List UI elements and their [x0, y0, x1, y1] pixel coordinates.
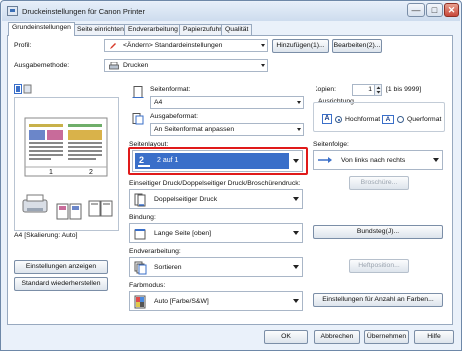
preview-status: A4 [Skalierung: Auto]	[14, 232, 78, 239]
window-title: Druckeinstellungen für Canon Printer	[22, 7, 145, 16]
maximize-button[interactable]: □	[426, 3, 443, 17]
close-button[interactable]: ✕	[444, 3, 459, 17]
printer-device-icon	[21, 194, 49, 216]
landscape-radio[interactable]	[397, 116, 404, 123]
tab-seite-einrichten[interactable]: Seite einrichten	[73, 24, 128, 35]
portrait-radio[interactable]	[335, 116, 342, 123]
color-mode-icon	[134, 295, 146, 309]
finishing-value: Sortieren	[154, 264, 182, 271]
profile-select[interactable]: <Ändern> Standardeinstellungen	[104, 39, 268, 52]
staple-preview-icon	[87, 198, 115, 220]
chevron-down-icon	[433, 158, 439, 162]
title-bar[interactable]: Druckeinstellungen für Canon Printer — □…	[2, 2, 460, 21]
duplex-icon	[134, 193, 146, 207]
duplex-label: Einseitiger Druck/Doppelseitiger Druck/B…	[129, 180, 301, 187]
page-format-value: A4	[154, 99, 163, 106]
binding-value: Lange Seite [oben]	[154, 230, 212, 237]
duplex-preview-icon	[55, 200, 85, 222]
output-format-select[interactable]: An Seitenformat anpassen	[150, 123, 304, 136]
output-format-value: An Seitenformat anpassen	[154, 126, 235, 133]
pencil-icon	[109, 42, 117, 50]
show-settings-button[interactable]: Einstellungen anzeigen	[14, 260, 108, 274]
chevron-down-icon	[293, 299, 299, 303]
cancel-button[interactable]: Abbrechen	[314, 330, 360, 344]
chevron-down-icon	[293, 197, 299, 201]
landscape-label: Querformat	[407, 116, 442, 123]
copies-input[interactable]: 1	[352, 84, 382, 96]
page-format-select[interactable]: A4	[150, 96, 304, 109]
finishing-label: Endverarbeitung:	[129, 248, 181, 255]
ok-button[interactable]: OK	[264, 330, 308, 344]
printer-icon	[7, 6, 18, 16]
gutter-button[interactable]: Bundsteg(J)...	[313, 225, 443, 239]
finishing-select[interactable]: Sortieren	[129, 257, 303, 277]
color-mode-value: Auto [Farbe/S&W]	[154, 298, 209, 305]
help-button[interactable]: Hilfe	[414, 330, 454, 344]
duplex-value: Doppelseitiger Druck	[154, 196, 218, 203]
chevron-down-icon	[297, 128, 301, 131]
preview-mode-icons[interactable]	[14, 84, 32, 94]
page-format-icon	[132, 86, 144, 98]
copies-range: [1 bis 9999]	[386, 86, 422, 93]
staple-position-button[interactable]: Heftposition...	[349, 259, 409, 273]
chevron-down-icon	[293, 231, 299, 235]
output-method-label: Ausgabemethode:	[14, 62, 70, 69]
chevron-down-icon	[293, 265, 299, 269]
color-mode-select[interactable]: Auto [Farbe/S&W]	[129, 291, 303, 311]
booklet-button[interactable]: Broschüre...	[349, 176, 409, 190]
portrait-label: Hochformat	[345, 116, 381, 123]
duplex-select[interactable]: Doppelseitiger Druck	[129, 189, 303, 209]
edit-profile-button[interactable]: Bearbeiten(2)...	[332, 39, 382, 53]
color-count-button[interactable]: Einstellungen für Anzahl an Farben...	[313, 293, 443, 307]
minimize-button[interactable]: —	[407, 3, 425, 17]
page-order-value: Von links nach rechts	[341, 157, 406, 164]
page-format-label: Seitenformat:	[150, 86, 191, 93]
binding-icon	[134, 228, 146, 240]
arrow-right-icon	[317, 155, 333, 165]
apply-button[interactable]: Übernehmen	[364, 330, 409, 344]
binding-select[interactable]: Lange Seite [oben]	[129, 223, 303, 243]
profile-value: <Ändern> Standardeinstellungen	[123, 42, 223, 49]
portrait-icon: A	[322, 114, 332, 124]
binding-label: Bindung:	[129, 214, 156, 221]
layout-preview: 1 2	[14, 97, 119, 231]
restore-defaults-button[interactable]: Standard wiederherstellen	[14, 277, 108, 291]
copies-spinner[interactable]	[374, 85, 381, 95]
profile-label: Profil:	[14, 42, 32, 49]
output-method-value: Drucken	[123, 62, 149, 69]
output-method-select[interactable]: Drucken	[104, 59, 268, 72]
page-order-label: Seitenfolge:	[313, 141, 349, 148]
page-layout-highlight	[128, 147, 308, 175]
print-icon	[109, 61, 119, 70]
tab-papierzufuhr[interactable]: Papierzufuhr	[179, 24, 226, 35]
add-profile-button[interactable]: Hinzufügen(1)...	[272, 39, 329, 53]
color-mode-label: Farbmodus:	[129, 282, 166, 289]
chevron-down-icon	[297, 101, 301, 104]
tab-qualitaet[interactable]: Qualität	[221, 24, 253, 35]
tab-grundeinstellungen[interactable]: Grundeinstellungen	[8, 22, 75, 36]
collate-icon	[134, 261, 147, 275]
output-format-label: Ausgabeformat:	[150, 113, 198, 120]
copies-label: Kopien:	[313, 86, 337, 93]
tab-endverarbeitung[interactable]: Endverarbeitung	[124, 24, 182, 35]
chevron-down-icon	[261, 64, 265, 67]
page-number-2: 2	[89, 169, 93, 176]
page-order-select[interactable]: Von links nach rechts	[313, 150, 443, 170]
copies-value: 1	[368, 86, 372, 93]
output-format-icon	[132, 113, 144, 125]
chevron-down-icon	[261, 44, 265, 47]
landscape-icon: A	[382, 115, 394, 124]
page-number-1: 1	[49, 169, 53, 176]
